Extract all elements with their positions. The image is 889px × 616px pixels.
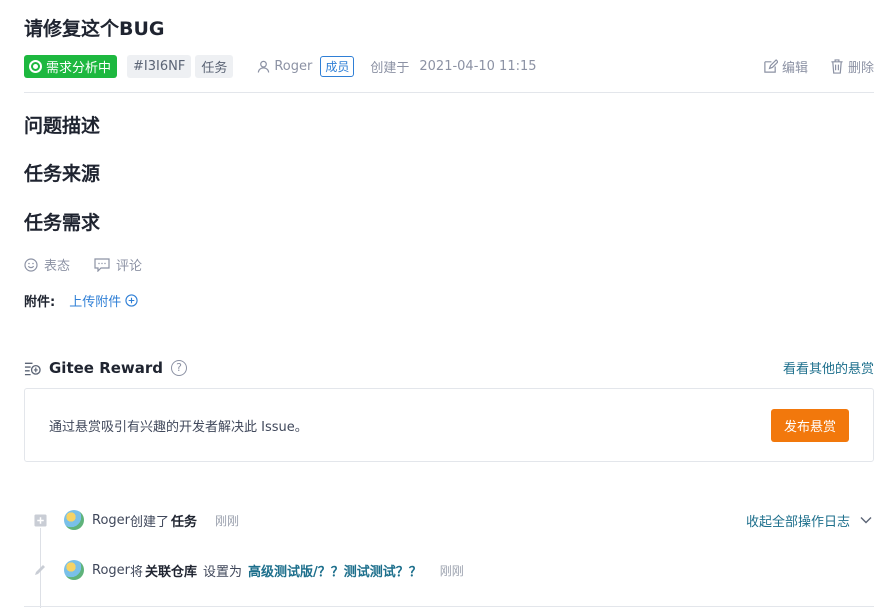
help-icon[interactable]: ? — [171, 359, 188, 376]
reward-header: Gitee Reward ? 看看其他的悬赏 — [24, 358, 874, 377]
smile-icon — [24, 257, 38, 272]
issue-meta-row: 需求分析中 #I3I6NF 任务 Roger 成员 创建于 2021-04-10… — [24, 54, 874, 78]
status-badge[interactable]: 需求分析中 — [24, 54, 118, 78]
comment-button[interactable]: 评论 — [94, 255, 142, 274]
created-label: 创建于 — [370, 60, 410, 76]
header-divider — [24, 92, 874, 93]
upload-attachment-label: 上传附件 — [69, 295, 122, 310]
other-rewards-link[interactable]: 看看其他的悬赏 — [783, 358, 874, 377]
source-heading: 任务来源 — [24, 163, 101, 185]
log-value-link[interactable]: 高级测试版/？？测试测试？？ — [248, 561, 422, 580]
publish-reward-button[interactable]: 发布悬赏 — [770, 408, 849, 442]
delete-button[interactable]: 删除 — [830, 57, 874, 76]
author-name: Roger — [274, 58, 313, 74]
log-target: 任务 — [171, 514, 198, 530]
activity-log-item: Roger 将 关联仓库 设置为 高级测试版/？？测试测试？？ 刚刚 — [30, 560, 872, 580]
status-label: 需求分析中 — [46, 60, 112, 76]
delete-label: 删除 — [847, 60, 874, 76]
chevron-down-icon — [860, 517, 872, 524]
bottom-divider — [24, 606, 874, 607]
collapse-logs-button[interactable]: 收起全部操作日志 — [746, 511, 872, 530]
collapse-logs-label: 收起全部操作日志 — [745, 514, 850, 530]
issue-id-tag[interactable]: #I3I6NF — [127, 54, 192, 78]
avatar[interactable] — [64, 510, 84, 530]
reward-box: 通过悬赏吸引有兴趣的开发者解决此 Issue。 发布悬赏 — [24, 388, 874, 462]
attachments-row: 附件: 上传附件 — [24, 291, 138, 310]
requirements-heading: 任务需求 — [24, 212, 101, 234]
upload-attachment-link[interactable]: 上传附件 — [69, 291, 138, 310]
description-heading: 问题描述 — [24, 115, 101, 137]
comment-label: 评论 — [116, 259, 143, 274]
edit-button[interactable]: 编辑 — [763, 57, 808, 76]
issue-type-tag[interactable]: 任务 — [195, 54, 234, 78]
issue-title: 请修复这个BUG — [24, 18, 165, 40]
member-badge: 成员 — [320, 55, 355, 77]
activity-log-item: Roger 创建了 任务 刚刚 收起全部操作日志 — [30, 510, 872, 530]
user-icon — [258, 60, 270, 73]
log-action: 将 — [130, 564, 144, 580]
reactions-bar: 表态 评论 — [24, 255, 142, 274]
edit-icon — [764, 58, 778, 73]
plus-circle-icon — [125, 294, 138, 307]
trash-icon — [831, 58, 843, 74]
issue-actions: 编辑 删除 — [763, 57, 874, 76]
created-time: 2021-04-10 11:15 — [419, 58, 537, 74]
log-user[interactable]: Roger — [92, 513, 130, 528]
log-user[interactable]: Roger — [92, 563, 130, 578]
author[interactable]: Roger — [257, 59, 312, 74]
log-time: 刚刚 — [439, 563, 464, 578]
log-time: 刚刚 — [215, 513, 240, 528]
pencil-icon — [30, 563, 50, 577]
attachments-label: 附件: — [24, 295, 56, 310]
status-dot-icon — [29, 59, 42, 73]
log-field: 关联仓库 — [145, 564, 198, 580]
avatar[interactable] — [64, 560, 84, 580]
plus-square-icon — [30, 513, 50, 527]
reward-description: 通过悬赏吸引有兴趣的开发者解决此 Issue。 — [49, 419, 308, 435]
log-verb: 设置为 — [203, 564, 243, 580]
react-label: 表态 — [44, 259, 71, 274]
log-action: 创建了 — [130, 514, 170, 530]
reward-title: Gitee Reward — [49, 358, 164, 377]
reward-icon — [24, 362, 41, 375]
comment-icon — [94, 257, 110, 272]
react-button[interactable]: 表态 — [24, 255, 70, 274]
edit-label: 编辑 — [781, 60, 808, 76]
